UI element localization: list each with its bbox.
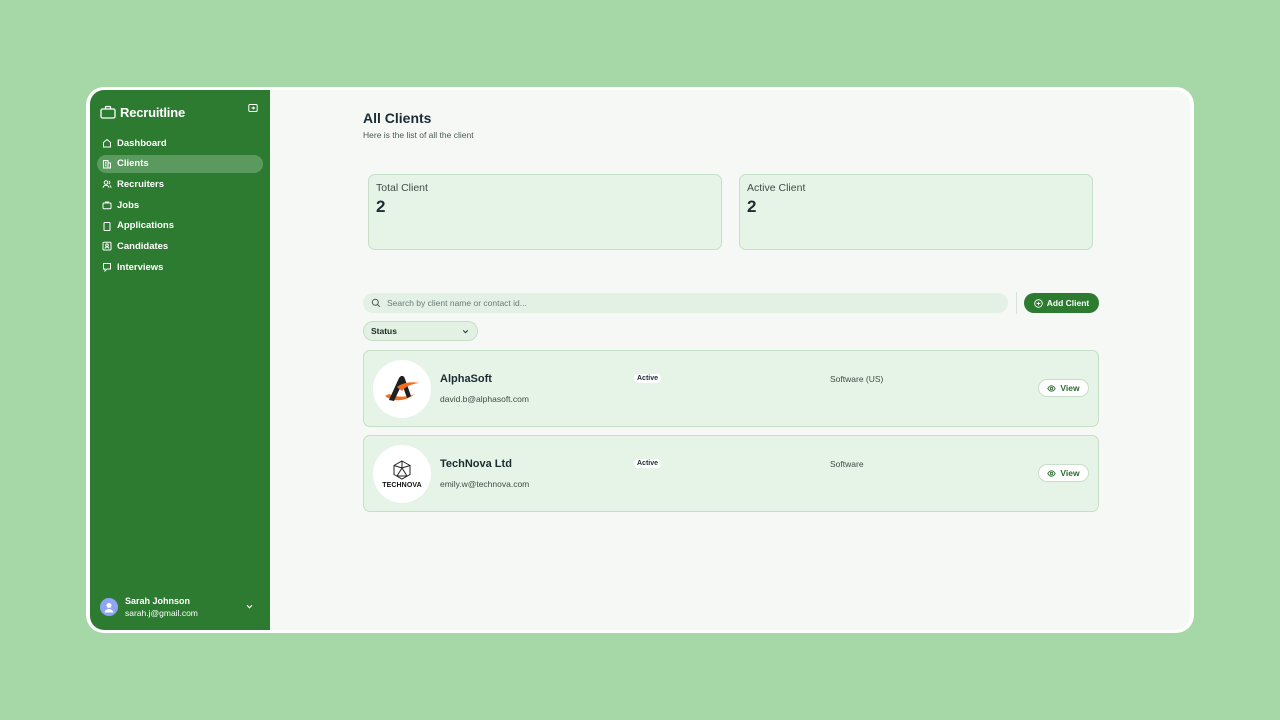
user-name: Sarah Johnson (125, 596, 191, 606)
status-filter-label: Status (371, 326, 397, 336)
avatar (100, 598, 118, 616)
client-card: TECHNOVA TechNova Ltd emily.w@technova.c… (363, 435, 1099, 512)
stat-value: 2 (376, 197, 386, 216)
search-bar[interactable] (363, 293, 1008, 313)
sidebar-item-label: Dashboard (117, 137, 167, 149)
stat-label: Active Client (747, 182, 806, 194)
user-info: Sarah Johnson sarah.j@gmail.com (125, 595, 198, 619)
sidebar-item-label: Applications (117, 220, 175, 232)
sidebar-item-label: Interviews (117, 261, 164, 273)
status-badge: Active (634, 374, 662, 383)
sidebar-item-jobs[interactable]: Jobs (97, 196, 263, 214)
page-subtitle: Here is the list of all the client (363, 130, 474, 140)
sidebar-nav: Dashboard Clients Recruiters Jobs Applic… (90, 134, 270, 276)
app-name: Recruitline (120, 104, 185, 120)
chevron-down-icon (462, 330, 469, 334)
client-logo-alphasoft (373, 360, 431, 418)
stat-card-active: Active Client 2 (739, 174, 1093, 250)
home-icon (103, 138, 111, 148)
app-window: Recruitline Dashboard Clients Recruiters… (90, 90, 1190, 630)
client-email: david.b@alphasoft.com (440, 394, 529, 404)
technova-logo-icon (393, 459, 411, 480)
sidebar-item-dashboard[interactable]: Dashboard (97, 134, 263, 152)
client-card: AlphaSoft david.b@alphasoft.com Active S… (363, 350, 1099, 427)
view-label: View (1060, 383, 1080, 393)
sidebar-item-interviews[interactable]: Interviews (97, 258, 263, 276)
add-client-button[interactable]: Add Client (1024, 293, 1099, 313)
main-content: All Clients Here is the list of all the … (270, 90, 1190, 630)
search-input[interactable] (385, 297, 969, 309)
page-title: All Clients (363, 110, 432, 126)
stat-label: Total Client (376, 182, 428, 194)
alphasoft-logo-icon (385, 375, 419, 401)
sidebar-item-candidates[interactable]: Candidates (97, 237, 263, 255)
building-icon (103, 159, 111, 169)
sidebar-item-applications[interactable]: Applications (97, 217, 263, 235)
sidebar-collapse-icon[interactable] (248, 103, 258, 113)
client-industry: Software (US) (830, 374, 884, 384)
eye-icon (1047, 384, 1057, 392)
client-name: AlphaSoft (440, 373, 492, 385)
client-industry: Software (830, 459, 864, 469)
message-icon (103, 263, 111, 273)
sidebar: Recruitline Dashboard Clients Recruiters… (90, 90, 270, 630)
client-name: TechNova Ltd (440, 458, 512, 470)
toolbar-divider (1016, 292, 1017, 314)
plus-circle-icon (1034, 298, 1043, 308)
sidebar-item-label: Candidates (117, 240, 169, 252)
briefcase-icon (102, 201, 112, 210)
stat-card-total: Total Client 2 (368, 174, 722, 250)
status-badge: Active (634, 459, 662, 468)
sidebar-item-label: Clients (117, 158, 149, 170)
user-profile[interactable]: Sarah Johnson sarah.j@gmail.com (100, 594, 260, 620)
users-icon (102, 180, 112, 189)
brand: Recruitline (90, 90, 270, 124)
sidebar-item-clients[interactable]: Clients (97, 154, 263, 173)
search-icon (371, 298, 381, 308)
technova-logo-text: TECHNOVA (382, 481, 422, 489)
status-filter-select[interactable]: Status (363, 321, 478, 341)
id-card-icon (102, 242, 112, 251)
user-email: sarah.j@gmail.com (125, 608, 198, 618)
sidebar-item-recruiters[interactable]: Recruiters (97, 175, 263, 193)
view-button[interactable]: View (1038, 379, 1089, 397)
stat-value: 2 (747, 197, 757, 216)
clipboard-icon (103, 221, 111, 231)
view-label: View (1060, 468, 1080, 478)
client-logo-technova: TECHNOVA (373, 445, 431, 503)
sidebar-item-label: Jobs (117, 199, 140, 211)
sidebar-item-label: Recruiters (117, 178, 164, 190)
add-client-label: Add Client (1046, 298, 1090, 308)
user-avatar-icon (104, 603, 114, 613)
chevron-down-icon[interactable] (245, 602, 254, 611)
client-email: emily.w@technova.com (440, 479, 530, 489)
briefcase-logo-icon (100, 105, 116, 119)
view-button[interactable]: View (1038, 464, 1089, 482)
eye-icon (1047, 469, 1057, 477)
